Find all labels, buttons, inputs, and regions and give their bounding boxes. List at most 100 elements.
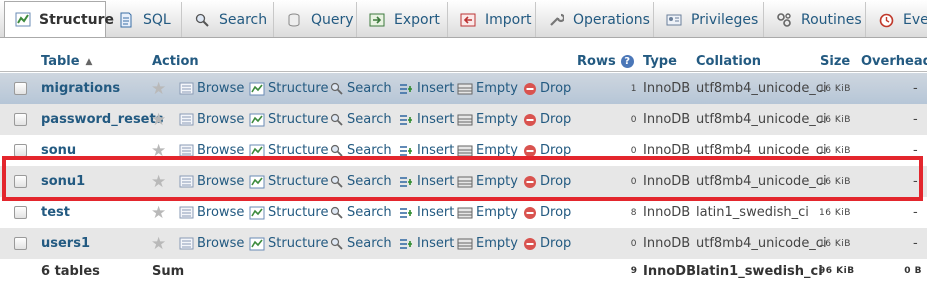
tab-search[interactable]: Search xyxy=(183,2,274,37)
row-checkbox[interactable] xyxy=(14,104,27,135)
drop-action[interactable]: Drop xyxy=(523,135,571,166)
empty-label: Empty xyxy=(476,174,518,189)
size-value[interactable]: 16 KiB xyxy=(819,135,851,166)
header-size[interactable]: Size xyxy=(820,52,850,71)
checkbox[interactable] xyxy=(14,175,27,188)
insert-action[interactable]: Insert xyxy=(398,228,454,259)
overhead-value: - xyxy=(913,81,918,96)
structure-action[interactable]: Structure xyxy=(249,166,328,197)
search-action[interactable]: Search xyxy=(330,228,392,259)
empty-action[interactable]: Empty xyxy=(457,104,518,135)
favorite-star-icon[interactable]: ★ xyxy=(151,135,166,166)
empty-icon xyxy=(457,145,473,156)
table-name-link[interactable]: migrations xyxy=(41,73,120,104)
empty-action[interactable]: Empty xyxy=(457,73,518,104)
empty-action[interactable]: Empty xyxy=(457,228,518,259)
tab-events[interactable]: Eve xyxy=(867,2,927,37)
footer-count: 6 tables xyxy=(41,263,100,279)
tab-sql[interactable]: SQL xyxy=(107,2,182,37)
favorite-star-icon[interactable]: ★ xyxy=(151,228,166,259)
row-checkbox[interactable] xyxy=(14,166,27,197)
tab-privileges[interactable]: Privileges xyxy=(655,2,764,37)
tab-export[interactable]: Export xyxy=(358,2,448,37)
table-name-link[interactable]: users1 xyxy=(41,228,90,259)
empty-action[interactable]: Empty xyxy=(457,197,518,228)
insert-action[interactable]: Insert xyxy=(398,166,454,197)
drop-label: Drop xyxy=(540,81,572,96)
tab-bar: Structure SQL Search Query Export Import xyxy=(0,0,927,38)
checkbox[interactable] xyxy=(14,144,27,157)
search-action[interactable]: Search xyxy=(330,166,392,197)
insert-action[interactable]: Insert xyxy=(398,104,454,135)
browse-action[interactable]: Browse xyxy=(179,73,244,104)
engine-type: InnoDB xyxy=(643,174,691,189)
empty-action[interactable]: Empty xyxy=(457,166,518,197)
browse-action[interactable]: Browse xyxy=(179,104,244,135)
favorite-star-icon[interactable]: ★ xyxy=(151,197,166,228)
import-icon xyxy=(459,12,477,28)
search-action[interactable]: Search xyxy=(330,135,392,166)
drop-action[interactable]: Drop xyxy=(523,73,571,104)
row-checkbox[interactable] xyxy=(14,135,27,166)
header-overhead[interactable]: Overhead xyxy=(861,52,927,71)
tab-structure[interactable]: Structure xyxy=(4,1,114,37)
row-checkbox[interactable] xyxy=(14,197,27,228)
checkbox[interactable] xyxy=(14,237,27,250)
header-table[interactable]: Table ▲ xyxy=(41,52,92,71)
drop-action[interactable]: Drop xyxy=(523,166,571,197)
checkbox[interactable] xyxy=(14,113,27,126)
table-row: test ★ Browse Structure Search Insert Em… xyxy=(0,197,927,228)
search-action[interactable]: Search xyxy=(330,104,392,135)
size-value[interactable]: 16 KiB xyxy=(819,228,851,259)
header-collation[interactable]: Collation xyxy=(696,52,761,71)
row-count: 8 xyxy=(630,207,637,218)
structure-action[interactable]: Structure xyxy=(249,197,328,228)
empty-icon xyxy=(457,238,473,249)
favorite-star-icon[interactable]: ★ xyxy=(151,104,166,135)
browse-icon xyxy=(179,237,194,250)
structure-action[interactable]: Structure xyxy=(249,73,328,104)
structure-action[interactable]: Structure xyxy=(249,228,328,259)
drop-action[interactable]: Drop xyxy=(523,104,571,135)
drop-action[interactable]: Drop xyxy=(523,228,571,259)
table-name-link[interactable]: test xyxy=(41,197,70,228)
header-type[interactable]: Type xyxy=(643,52,677,71)
insert-action[interactable]: Insert xyxy=(398,197,454,228)
empty-label: Empty xyxy=(476,236,518,251)
insert-label: Insert xyxy=(417,236,455,251)
search-action[interactable]: Search xyxy=(330,197,392,228)
table-name-link[interactable]: password_resets xyxy=(41,104,163,135)
search-action[interactable]: Search xyxy=(330,73,392,104)
row-checkbox[interactable] xyxy=(14,73,27,104)
table-name-link[interactable]: sonu1 xyxy=(41,166,85,197)
tab-routines[interactable]: Routines xyxy=(765,2,866,37)
checkbox[interactable] xyxy=(14,82,27,95)
structure-action[interactable]: Structure xyxy=(249,135,328,166)
row-checkbox[interactable] xyxy=(14,228,27,259)
browse-action[interactable]: Browse xyxy=(179,135,244,166)
browse-action[interactable]: Browse xyxy=(179,166,244,197)
overhead-value: - xyxy=(913,205,918,220)
tab-operations[interactable]: Operations xyxy=(537,2,654,37)
insert-action[interactable]: Insert xyxy=(398,73,454,104)
structure-action[interactable]: Structure xyxy=(249,104,328,135)
table-name-link[interactable]: sonu xyxy=(41,135,76,166)
size-value[interactable]: 16 KiB xyxy=(819,166,851,197)
drop-action[interactable]: Drop xyxy=(523,197,571,228)
header-rows[interactable]: Rows ? xyxy=(577,52,634,71)
insert-action[interactable]: Insert xyxy=(398,135,454,166)
size-value[interactable]: 16 KiB xyxy=(819,104,851,135)
empty-action[interactable]: Empty xyxy=(457,135,518,166)
checkbox[interactable] xyxy=(14,206,27,219)
favorite-star-icon[interactable]: ★ xyxy=(151,166,166,197)
favorite-star-icon[interactable]: ★ xyxy=(151,73,166,104)
empty-icon xyxy=(457,176,473,187)
browse-action[interactable]: Browse xyxy=(179,197,244,228)
size-value[interactable]: 16 KiB xyxy=(819,197,851,228)
tab-import[interactable]: Import xyxy=(449,2,536,37)
tab-query[interactable]: Query xyxy=(275,2,357,37)
size-value[interactable]: 16 KiB xyxy=(819,73,851,104)
help-icon[interactable]: ? xyxy=(620,55,634,68)
empty-label: Empty xyxy=(476,81,518,96)
browse-action[interactable]: Browse xyxy=(179,228,244,259)
